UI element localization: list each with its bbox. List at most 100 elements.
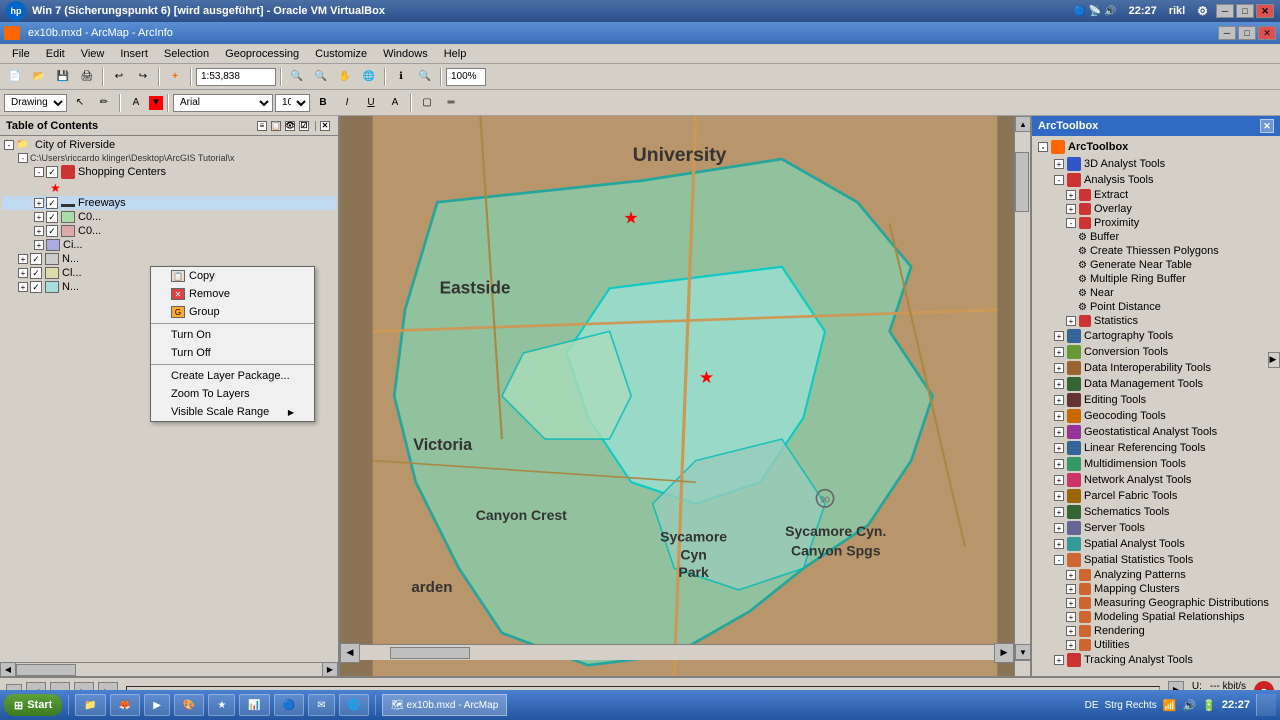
tb-analyzing-patterns[interactable]: + Analyzing Patterns xyxy=(1034,568,1278,582)
nlayer1-checkbox[interactable] xyxy=(30,253,42,265)
shopping-checkbox[interactable] xyxy=(46,166,58,178)
active-app-btn[interactable]: 🗺 ex10b.mxd - ArcMap xyxy=(382,694,507,716)
font-color-btn[interactable]: A xyxy=(384,93,406,113)
nlayer2-checkbox[interactable] xyxy=(30,281,42,293)
select-tool-btn[interactable]: ↖ xyxy=(69,93,91,113)
expand-network[interactable]: + xyxy=(1054,475,1064,485)
tb-conversion[interactable]: + Conversion Tools xyxy=(1034,344,1278,360)
expand-geostat[interactable]: + xyxy=(1054,427,1064,437)
tb-mapping-clusters[interactable]: + Mapping Clusters xyxy=(1034,582,1278,596)
add-data-btn[interactable]: + xyxy=(164,67,186,87)
expand-clayer[interactable]: + xyxy=(18,268,28,278)
tb-near-table[interactable]: ⚙ Generate Near Table xyxy=(1034,258,1278,272)
ctx-copy[interactable]: 📋 Copy xyxy=(151,267,314,285)
expand-nlayer2[interactable]: + xyxy=(18,282,28,292)
underline-btn[interactable]: U xyxy=(360,93,382,113)
app-close-button[interactable]: ✕ xyxy=(1258,26,1276,40)
expand-shopping[interactable]: - xyxy=(34,167,44,177)
undo-btn[interactable]: ↩ xyxy=(108,67,130,87)
menu-help[interactable]: Help xyxy=(436,46,475,62)
tb-3d-analyst[interactable]: + 3D Analyst Tools xyxy=(1034,156,1278,172)
toc-select-view-btn[interactable]: ☑ xyxy=(299,121,309,131)
taskbar-cmd[interactable]: ▶ xyxy=(144,694,170,716)
expand-overlay[interactable]: + xyxy=(1066,204,1076,214)
expand-analysis[interactable]: - xyxy=(1054,175,1064,185)
menu-geoprocessing[interactable]: Geoprocessing xyxy=(217,46,307,62)
italic-btn[interactable]: I xyxy=(336,93,358,113)
toc-layer2-item[interactable]: + C0... xyxy=(2,224,336,238)
tb-network[interactable]: + Network Analyst Tools xyxy=(1034,472,1278,488)
freeways-checkbox[interactable] xyxy=(46,197,58,209)
toc-root-item[interactable]: - 📁 City of Riverside xyxy=(2,138,336,152)
tb-utilities[interactable]: + Utilities xyxy=(1034,638,1278,652)
expand-mg[interactable]: + xyxy=(1066,598,1076,608)
draw-btn[interactable]: ✏ xyxy=(93,93,115,113)
toc-source-view-btn[interactable]: 📋 xyxy=(271,121,281,131)
expand-server[interactable]: + xyxy=(1054,523,1064,533)
map-scroll-down[interactable]: ▼ xyxy=(1015,644,1030,660)
expand-city[interactable]: - xyxy=(4,140,14,150)
taskbar-mail[interactable]: ✉ xyxy=(308,694,334,716)
identify-btn[interactable]: ℹ xyxy=(390,67,412,87)
expand-parcel[interactable]: + xyxy=(1054,491,1064,501)
toolbox-edge-tab[interactable]: ▶ xyxy=(1268,352,1280,368)
map-scroll-up[interactable]: ▲ xyxy=(1015,116,1030,132)
tb-linear-ref[interactable]: + Linear Referencing Tools xyxy=(1034,440,1278,456)
toc-freeways-item[interactable]: + Freeways xyxy=(2,196,336,210)
minimize-button[interactable]: ─ xyxy=(1216,4,1234,18)
toc-close-btn[interactable]: ✕ xyxy=(320,121,330,131)
pan-btn[interactable]: ✋ xyxy=(334,67,356,87)
font-dropdown[interactable]: Arial xyxy=(173,94,273,112)
map-v-thumb[interactable] xyxy=(1015,152,1029,212)
menu-windows[interactable]: Windows xyxy=(375,46,436,62)
tb-root[interactable]: - ArcToolbox xyxy=(1034,138,1278,156)
expand-freeways[interactable]: + xyxy=(34,198,44,208)
ctx-group[interactable]: G Group xyxy=(151,303,314,321)
ctx-zoom-layers[interactable]: Zoom To Layers xyxy=(151,385,314,403)
tb-measuring-geo[interactable]: + Measuring Geographic Distributions xyxy=(1034,596,1278,610)
menu-insert[interactable]: Insert xyxy=(112,46,156,62)
start-button[interactable]: ⊞ Start xyxy=(4,694,62,716)
text-btn[interactable]: A xyxy=(125,93,147,113)
toc-list-view-btn[interactable]: ≡ xyxy=(257,121,267,131)
ctx-remove[interactable]: ✕ Remove xyxy=(151,285,314,303)
expand-layer2[interactable]: + xyxy=(34,226,44,236)
tb-near[interactable]: ⚙ Near xyxy=(1034,286,1278,300)
fill-color-btn[interactable]: ▢ xyxy=(416,93,438,113)
tb-statistics[interactable]: + Statistics xyxy=(1034,314,1278,328)
tb-spatial-stats[interactable]: - Spatial Statistics Tools xyxy=(1034,552,1278,568)
tb-geostat[interactable]: + Geostatistical Analyst Tools xyxy=(1034,424,1278,440)
menu-customize[interactable]: Customize xyxy=(307,46,375,62)
toc-layer1-item[interactable]: + C0... xyxy=(2,210,336,224)
tb-extract[interactable]: + Extract xyxy=(1034,188,1278,202)
tb-parcel[interactable]: + Parcel Fabric Tools xyxy=(1034,488,1278,504)
redo-btn[interactable]: ↪ xyxy=(132,67,154,87)
map-scroll-left[interactable]: ◀ xyxy=(340,643,360,663)
settings-icon[interactable]: ⚙ xyxy=(1197,4,1208,18)
tb-geocoding[interactable]: + Geocoding Tools xyxy=(1034,408,1278,424)
tb-editing[interactable]: + Editing Tools xyxy=(1034,392,1278,408)
toc-layer3-item[interactable]: + Ci... xyxy=(2,238,336,252)
tb-server[interactable]: + Server Tools xyxy=(1034,520,1278,536)
open-btn[interactable]: 📂 xyxy=(28,67,50,87)
toc-scroll-right[interactable]: ▶ xyxy=(322,662,338,677)
new-btn[interactable]: 📄 xyxy=(4,67,26,87)
taskbar-chrome[interactable]: 🔵 xyxy=(274,694,304,716)
app-minimize-button[interactable]: ─ xyxy=(1218,26,1236,40)
expand-ms[interactable]: + xyxy=(1066,612,1076,622)
tb-schematics[interactable]: + Schematics Tools xyxy=(1034,504,1278,520)
expand-sa[interactable]: + xyxy=(1054,539,1064,549)
taskbar-ai[interactable]: ★ xyxy=(208,694,235,716)
tb-tracking[interactable]: + Tracking Analyst Tools xyxy=(1034,652,1278,668)
tb-cartography[interactable]: + Cartography Tools xyxy=(1034,328,1278,344)
taskbar-ppt[interactable]: 📊 xyxy=(239,694,269,716)
menu-edit[interactable]: Edit xyxy=(38,46,73,62)
line-color-btn[interactable]: ═ xyxy=(440,93,462,113)
ctx-visible-scale[interactable]: Visible Scale Range ▶ xyxy=(151,403,314,421)
tb-overlay[interactable]: + Overlay xyxy=(1034,202,1278,216)
toc-visib-view-btn[interactable]: 👁 xyxy=(285,121,295,131)
tb-rendering[interactable]: + Rendering xyxy=(1034,624,1278,638)
expand-tracking[interactable]: + xyxy=(1054,655,1064,665)
save-btn[interactable]: 💾 xyxy=(52,67,74,87)
taskbar-gimp[interactable]: 🎨 xyxy=(174,694,204,716)
